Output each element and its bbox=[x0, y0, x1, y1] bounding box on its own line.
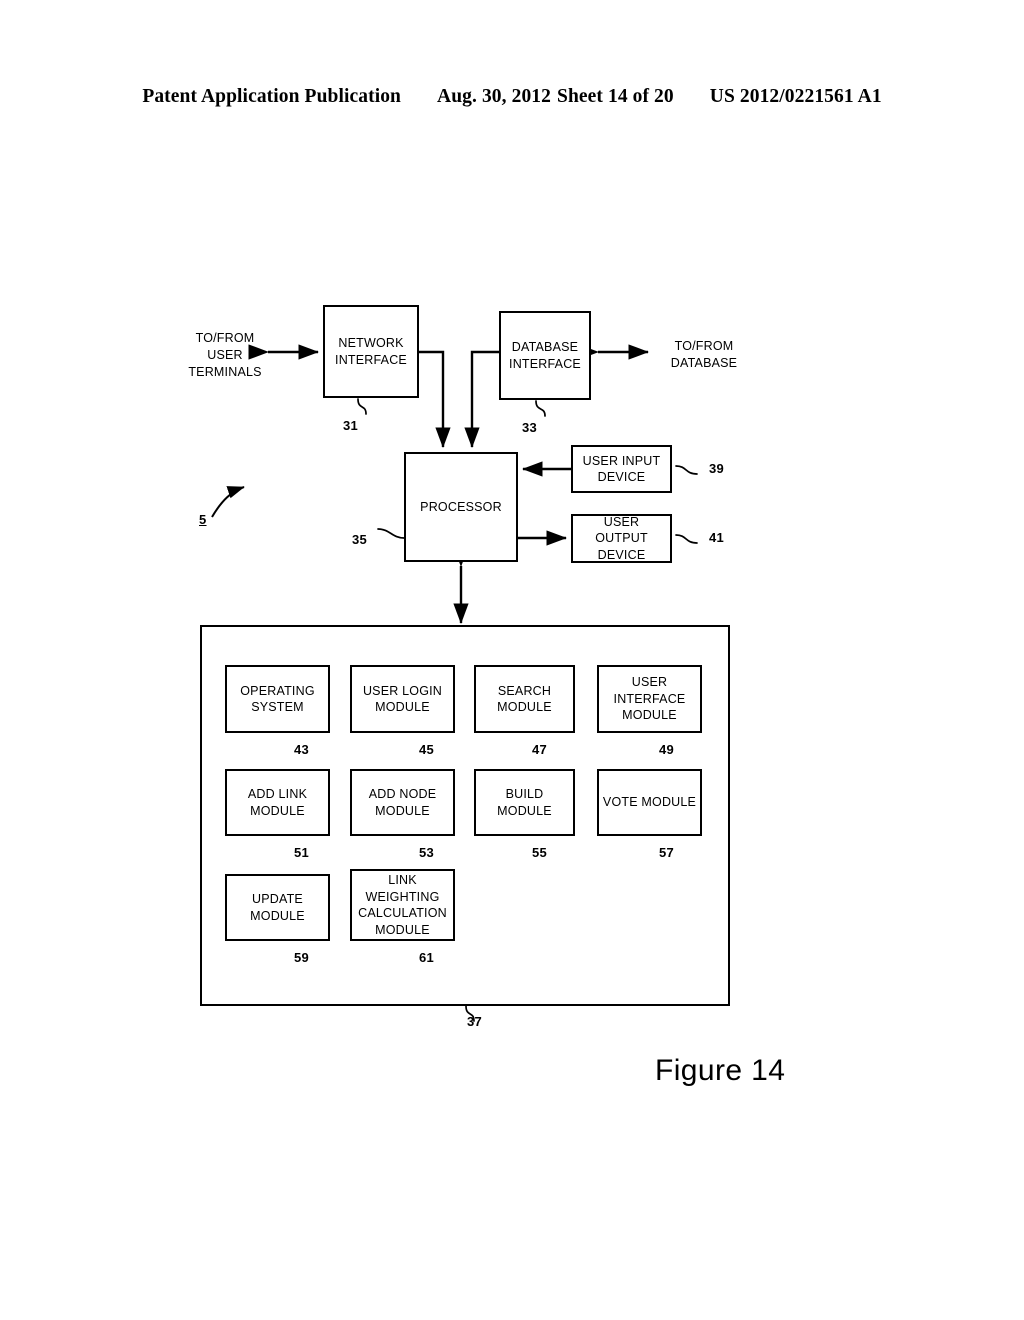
module-search: SEARCH MODULE bbox=[474, 665, 575, 733]
figure-caption: Figure 14 bbox=[655, 1054, 786, 1087]
module-label-vote: VOTE MODULE bbox=[602, 795, 697, 810]
ref-31: 31 bbox=[343, 418, 359, 433]
module-label-build: BUILD MODULE bbox=[497, 787, 552, 818]
ref-35: 35 bbox=[352, 532, 368, 547]
module-user-interface: USER INTERFACE MODULE bbox=[597, 665, 702, 733]
ref-49: 49 bbox=[659, 742, 675, 757]
database-interface-block: DATABASE INTERFACE bbox=[499, 311, 591, 400]
module-label-user-login: USER LOGIN MODULE bbox=[362, 683, 443, 715]
module-link-weighting-calculation: LINK WEIGHTING CALCULATION MODULE bbox=[350, 869, 455, 941]
ref-53: 53 bbox=[419, 845, 435, 860]
to-from-database-label: TO/FROM DATABASE bbox=[670, 339, 738, 370]
module-label-update: UPDATE MODULE bbox=[250, 892, 305, 923]
ref-41: 41 bbox=[709, 530, 725, 545]
module-label-search: SEARCH MODULE bbox=[497, 683, 552, 715]
module-update: UPDATE MODULE bbox=[225, 874, 330, 941]
module-add-link: ADD LINK MODULE bbox=[225, 769, 330, 836]
module-user-login: USER LOGIN MODULE bbox=[350, 665, 455, 733]
module-label-user-interface: USER INTERFACE MODULE bbox=[613, 675, 686, 723]
user-input-device-label: USER INPUT DEVICE bbox=[582, 453, 661, 485]
ref-45: 45 bbox=[419, 742, 435, 757]
module-operating-system: OPERATING SYSTEM bbox=[225, 665, 330, 733]
network-interface-label: NETWORK INTERFACE bbox=[335, 336, 407, 367]
ref-5-system: 5 bbox=[199, 512, 207, 527]
database-interface-label: DATABASE INTERFACE bbox=[509, 340, 581, 371]
user-output-device-block: USER OUTPUT DEVICE bbox=[571, 514, 672, 563]
user-output-device-label: USER OUTPUT DEVICE bbox=[595, 514, 648, 562]
ref-61: 61 bbox=[419, 950, 435, 965]
module-label-add-node: ADD NODE MODULE bbox=[368, 787, 437, 818]
ref-33: 33 bbox=[522, 420, 538, 435]
module-label-add-link: ADD LINK MODULE bbox=[247, 787, 308, 818]
ref-39: 39 bbox=[709, 461, 725, 476]
network-interface-block: NETWORK INTERFACE bbox=[323, 305, 419, 398]
module-label-link-weighting-calculation: LINK WEIGHTING CALCULATION MODULE bbox=[358, 873, 447, 937]
module-add-node: ADD NODE MODULE bbox=[350, 769, 455, 836]
ref-37: 37 bbox=[467, 1014, 483, 1029]
module-build: BUILD MODULE bbox=[474, 769, 575, 836]
ref-55: 55 bbox=[532, 845, 548, 860]
module-vote: VOTE MODULE bbox=[597, 769, 702, 836]
ref-51: 51 bbox=[294, 845, 310, 860]
ref-43: 43 bbox=[294, 742, 310, 757]
user-input-device-block: USER INPUT DEVICE bbox=[571, 445, 672, 493]
ref-59: 59 bbox=[294, 950, 310, 965]
figure-14-block-diagram: TO/FROM USER TERMINALS TO/FROM DATABASE … bbox=[0, 0, 1024, 1320]
processor-block: PROCESSOR bbox=[404, 452, 518, 562]
ref-47: 47 bbox=[532, 742, 548, 757]
module-label-operating-system: OPERATING SYSTEM bbox=[240, 683, 315, 715]
processor-label: PROCESSOR bbox=[420, 499, 502, 514]
ref-57: 57 bbox=[659, 845, 675, 860]
to-from-user-terminals-label: TO/FROM USER TERMINALS bbox=[188, 331, 262, 379]
